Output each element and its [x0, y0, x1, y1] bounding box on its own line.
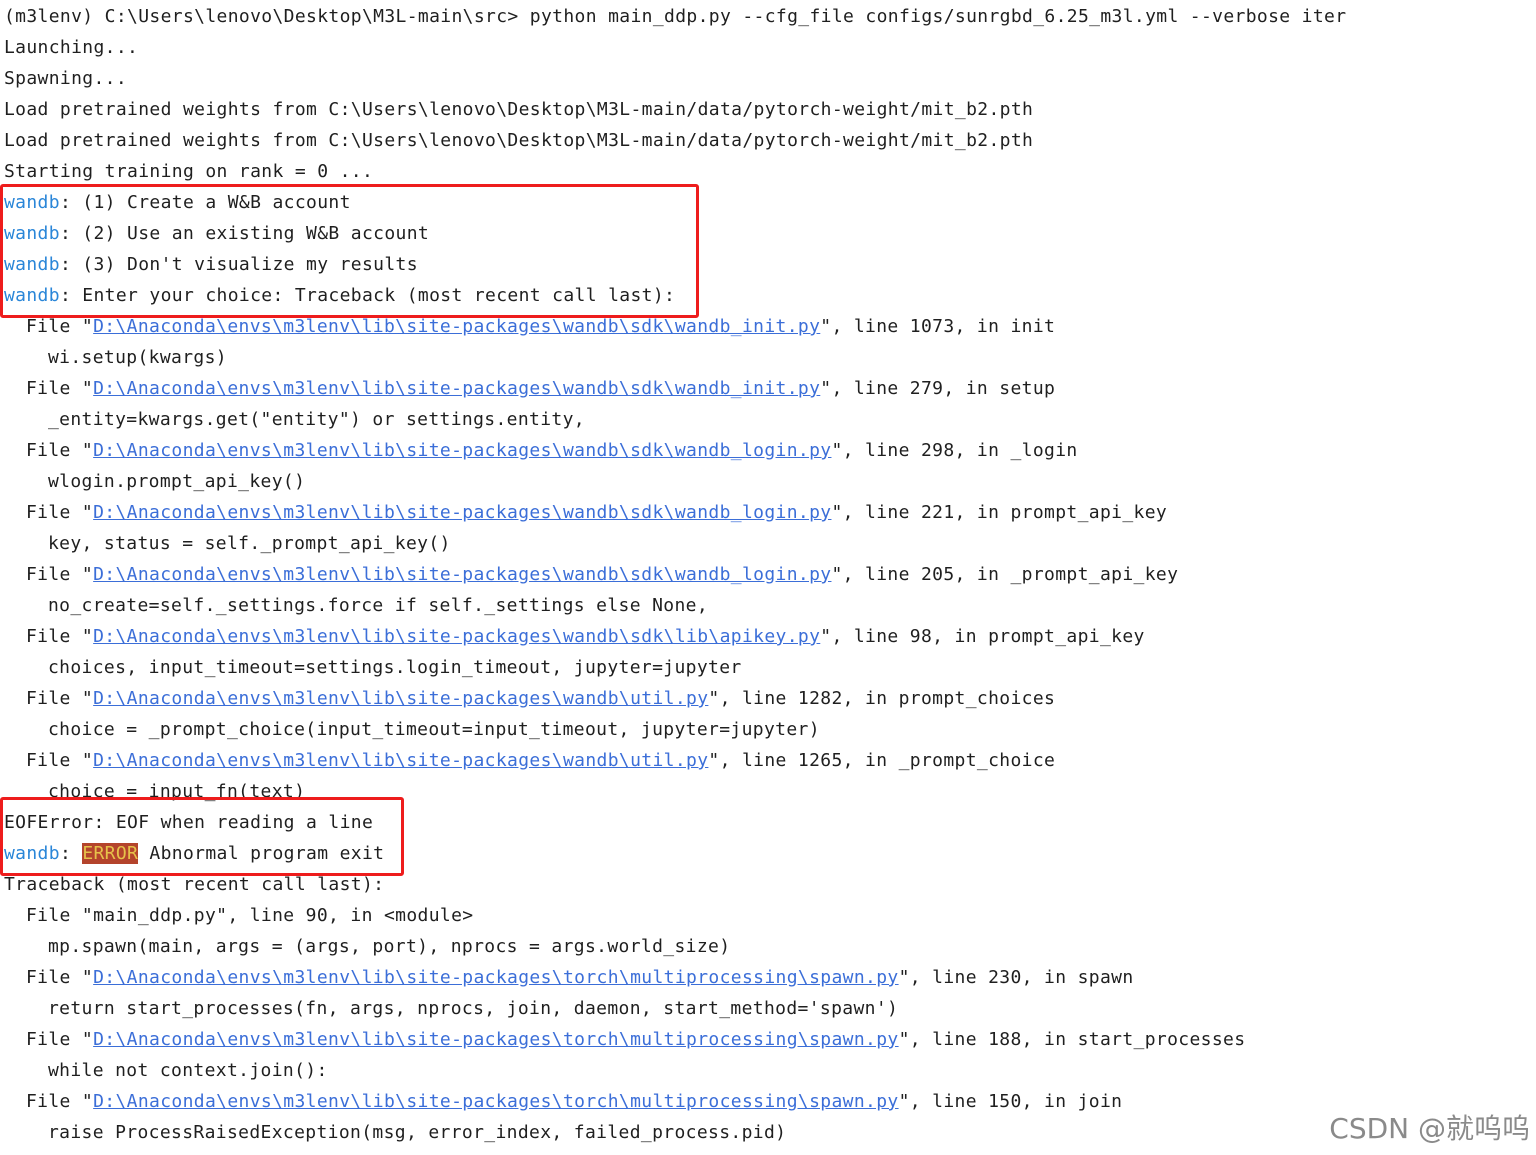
terminal-line: mp.spawn(main, args = (args, port), npro… — [48, 931, 730, 962]
line-text: File " — [26, 1029, 94, 1050]
file-path-link[interactable]: D:\Anaconda\envs\m3lenv\lib\site-package… — [93, 564, 831, 585]
line-text: key, status = self._prompt_api_key() — [48, 533, 451, 554]
file-path-link[interactable]: D:\Anaconda\envs\m3lenv\lib\site-package… — [93, 750, 708, 771]
line-text: File " — [26, 750, 94, 771]
line-text: no_create=self._settings.force if self._… — [48, 595, 709, 616]
line-text: File " — [26, 967, 94, 988]
line-text: ", line 205, in _prompt_api_key — [831, 564, 1179, 585]
line-text: choice = _prompt_choice(input_timeout=in… — [48, 719, 820, 740]
line-text: File " — [26, 626, 94, 647]
line-text: ", line 1282, in prompt_choices — [708, 688, 1056, 709]
line-text: File " — [26, 502, 94, 523]
terminal-line: return start_processes(fn, args, nprocs,… — [48, 993, 898, 1024]
line-text: raise ProcessRaisedException(msg, error_… — [48, 1122, 787, 1143]
line-text: Traceback (most recent call last): — [4, 874, 385, 895]
error-highlight-box — [0, 797, 404, 876]
terminal-line: (m3lenv) C:\Users\lenovo\Desktop\M3L-mai… — [4, 1, 1346, 32]
terminal-line: Starting training on rank = 0 ... — [4, 156, 373, 187]
file-path-link[interactable]: D:\Anaconda\envs\m3lenv\lib\site-package… — [93, 378, 820, 399]
line-text: Starting training on rank = 0 ... — [4, 161, 374, 182]
line-text: wlogin.prompt_api_key() — [48, 471, 306, 492]
line-text: ", line 279, in setup — [820, 378, 1056, 399]
line-text: Launching... — [4, 37, 139, 58]
line-text: Load pretrained weights from C:\Users\le… — [4, 130, 1034, 151]
terminal-line: Load pretrained weights from C:\Users\le… — [4, 94, 1033, 125]
line-text: return start_processes(fn, args, nprocs,… — [48, 998, 899, 1019]
terminal-line: _entity=kwargs.get("entity") or settings… — [48, 404, 585, 435]
file-path-link[interactable]: D:\Anaconda\envs\m3lenv\lib\site-package… — [93, 688, 708, 709]
wandb-prompt-highlight-box — [0, 184, 699, 318]
line-text: ", line 98, in prompt_api_key — [820, 626, 1145, 647]
terminal-line: File "D:\Anaconda\envs\m3lenv\lib\site-p… — [26, 962, 1134, 993]
file-path-link[interactable]: D:\Anaconda\envs\m3lenv\lib\site-package… — [93, 1029, 898, 1050]
file-path-link[interactable]: D:\Anaconda\envs\m3lenv\lib\site-package… — [93, 967, 898, 988]
terminal-line: File "D:\Anaconda\envs\m3lenv\lib\site-p… — [26, 373, 1055, 404]
terminal-line: File "D:\Anaconda\envs\m3lenv\lib\site-p… — [26, 1024, 1245, 1055]
line-text: ", line 1265, in _prompt_choice — [708, 750, 1056, 771]
terminal-line: Launching... — [4, 32, 138, 63]
file-path-link[interactable]: D:\Anaconda\envs\m3lenv\lib\site-package… — [93, 502, 831, 523]
line-text: File " — [26, 1091, 94, 1112]
line-text: File " — [26, 316, 94, 337]
terminal-line: File "D:\Anaconda\envs\m3lenv\lib\site-p… — [26, 621, 1145, 652]
line-text: ", line 221, in prompt_api_key — [831, 502, 1168, 523]
terminal-line: File "D:\Anaconda\envs\m3lenv\lib\site-p… — [26, 559, 1178, 590]
terminal-line: Spawning... — [4, 63, 127, 94]
terminal-line: wlogin.prompt_api_key() — [48, 466, 305, 497]
terminal-line: raise ProcessRaisedException(msg, error_… — [48, 1117, 786, 1148]
line-text: (m3lenv) C:\Users\lenovo\Desktop\M3L-mai… — [4, 6, 1347, 27]
line-text: choices, input_timeout=settings.login_ti… — [48, 657, 742, 678]
line-text: Spawning... — [4, 68, 128, 89]
line-text: ", line 298, in _login — [831, 440, 1078, 461]
terminal-line: Load pretrained weights from C:\Users\le… — [4, 125, 1033, 156]
line-text: ", line 230, in spawn — [898, 967, 1134, 988]
terminal-line: File "main_ddp.py", line 90, in <module> — [26, 900, 473, 931]
file-path-link[interactable]: D:\Anaconda\envs\m3lenv\lib\site-package… — [93, 1091, 898, 1112]
line-text: ", line 188, in start_processes — [898, 1029, 1246, 1050]
terminal-line: File "D:\Anaconda\envs\m3lenv\lib\site-p… — [26, 435, 1078, 466]
file-path-link[interactable]: D:\Anaconda\envs\m3lenv\lib\site-package… — [93, 440, 831, 461]
line-text: mp.spawn(main, args = (args, port), npro… — [48, 936, 731, 957]
terminal-line: no_create=self._settings.force if self._… — [48, 590, 708, 621]
line-text: File " — [26, 440, 94, 461]
terminal-line: wi.setup(kwargs) — [48, 342, 227, 373]
file-path-link[interactable]: D:\Anaconda\envs\m3lenv\lib\site-package… — [93, 316, 820, 337]
line-text: while not context.join(): — [48, 1060, 328, 1081]
terminal-line: File "D:\Anaconda\envs\m3lenv\lib\site-p… — [26, 1086, 1122, 1117]
line-text: ", line 1073, in init — [820, 316, 1056, 337]
terminal-line: choices, input_timeout=settings.login_ti… — [48, 652, 742, 683]
line-text: _entity=kwargs.get("entity") or settings… — [48, 409, 585, 430]
terminal-line: key, status = self._prompt_api_key() — [48, 528, 451, 559]
line-text: File " — [26, 688, 94, 709]
terminal-line: while not context.join(): — [48, 1055, 328, 1086]
line-text: File "main_ddp.py", line 90, in <module> — [26, 905, 474, 926]
terminal-line: choice = _prompt_choice(input_timeout=in… — [48, 714, 820, 745]
line-text: ", line 150, in join — [898, 1091, 1123, 1112]
csdn-watermark: CSDN @就呜呜 — [1329, 1112, 1530, 1145]
terminal-line: File "D:\Anaconda\envs\m3lenv\lib\site-p… — [26, 683, 1055, 714]
terminal-line: File "D:\Anaconda\envs\m3lenv\lib\site-p… — [26, 497, 1167, 528]
line-text: Load pretrained weights from C:\Users\le… — [4, 99, 1034, 120]
line-text: File " — [26, 564, 94, 585]
line-text: wi.setup(kwargs) — [48, 347, 227, 368]
line-text: File " — [26, 378, 94, 399]
file-path-link[interactable]: D:\Anaconda\envs\m3lenv\lib\site-package… — [93, 626, 820, 647]
terminal-line: File "D:\Anaconda\envs\m3lenv\lib\site-p… — [26, 745, 1055, 776]
